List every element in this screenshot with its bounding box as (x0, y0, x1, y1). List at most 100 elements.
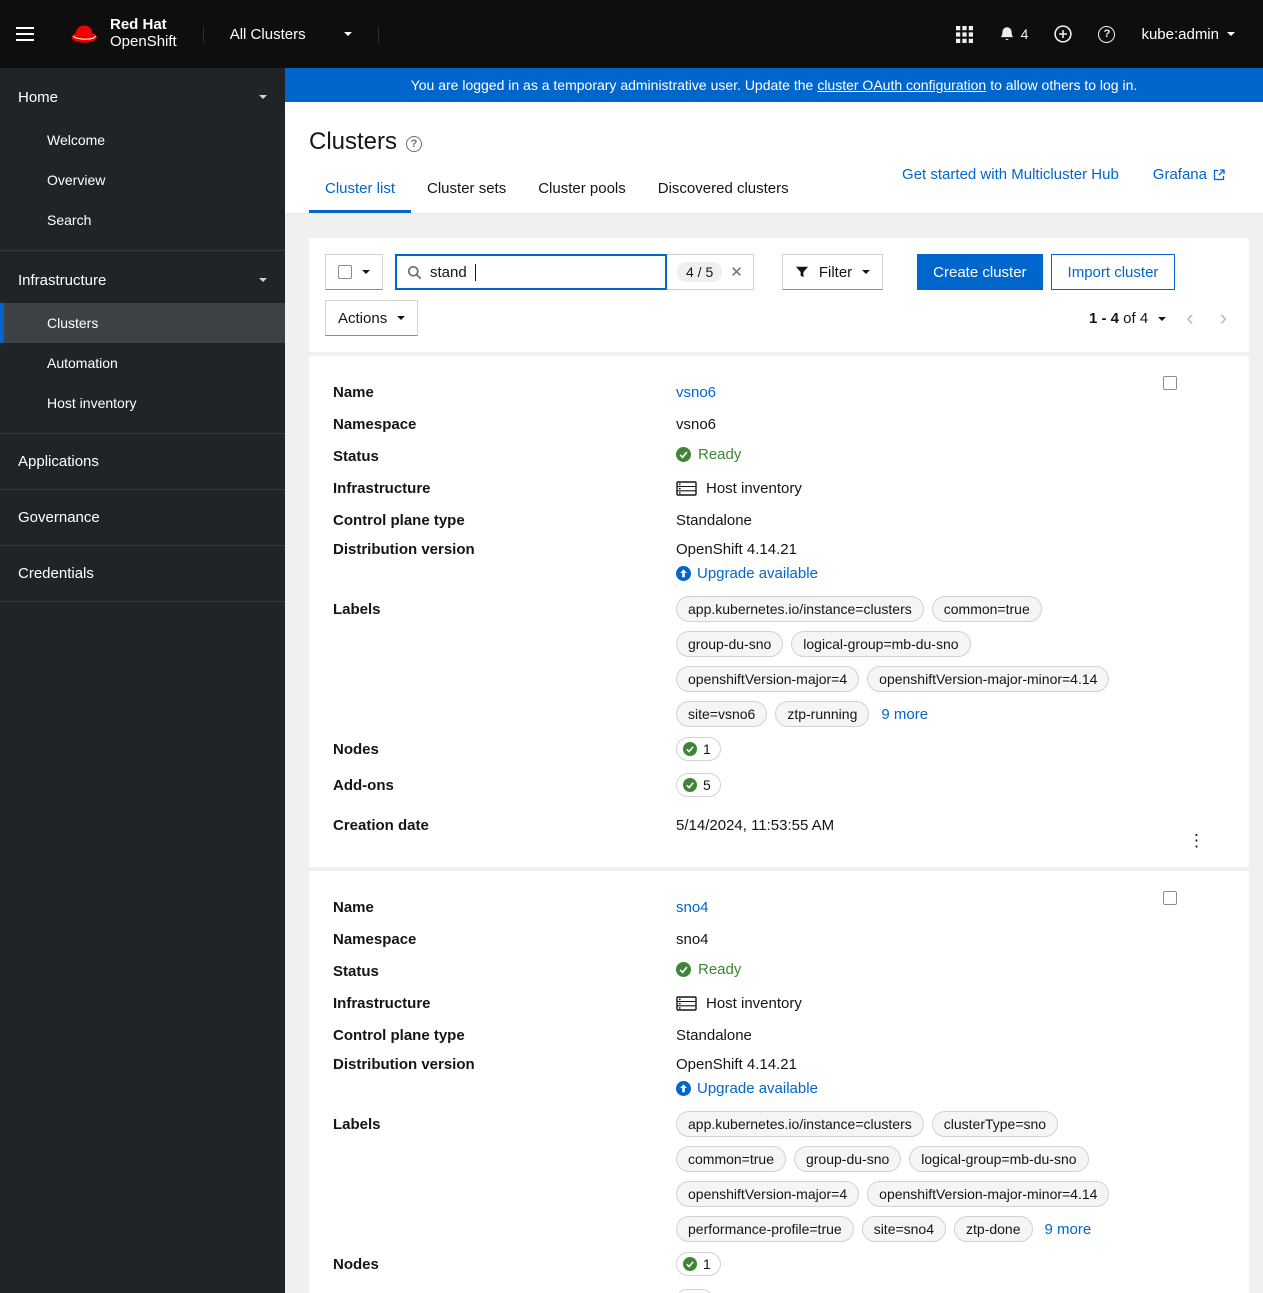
label-pill: app.kubernetes.io/instance=clusters (676, 1111, 924, 1137)
sidebar-item-clusters[interactable]: Clusters (0, 303, 285, 343)
notifications-button[interactable]: 4 (999, 26, 1028, 43)
tab-cluster-list[interactable]: Cluster list (309, 172, 412, 213)
check-circle-icon (676, 447, 691, 462)
add-button[interactable] (1054, 25, 1073, 43)
sidebar-item-search[interactable]: Search (0, 200, 285, 240)
label-pill: clusterType=sno (931, 1111, 1059, 1137)
pagination-menu-toggle[interactable]: 1 - 4 of 4 (1089, 310, 1167, 327)
tab-discovered-clusters[interactable]: Discovered clusters (642, 172, 805, 213)
label-pill: ztp-running (775, 701, 870, 727)
field-label-name: Name (333, 383, 374, 401)
banner-text-post: to allow others to log in. (990, 77, 1138, 93)
upgrade-available-link[interactable]: Upgrade available (676, 565, 818, 582)
create-cluster-button[interactable]: Create cluster (917, 254, 1043, 290)
external-link-icon (1213, 168, 1225, 180)
control-plane-value: Standalone (676, 1026, 752, 1044)
addons-count-chip[interactable]: 5 (676, 773, 721, 797)
infrastructure-value: Host inventory (706, 994, 802, 1012)
previous-page-button[interactable]: ‹ (1180, 307, 1199, 329)
toolbar: stand 4 / 5 ✕ Filter Create cluster Impo… (309, 238, 1249, 352)
label-pill: logical-group=mb-du-sno (909, 1146, 1089, 1172)
field-label-namespace: Namespace (333, 930, 417, 948)
label-pill: site=vsno6 (676, 701, 768, 727)
multicluster-hub-link[interactable]: Get started with Multicluster Hub (902, 166, 1119, 183)
field-label-namespace: Namespace (333, 415, 417, 433)
chevron-down-icon (259, 95, 267, 103)
sidebar-item-host-inventory[interactable]: Host inventory (0, 383, 285, 423)
field-label-distribution: Distribution version (333, 1056, 475, 1073)
chevron-down-icon (259, 278, 267, 286)
upgrade-arrow-icon (676, 1081, 691, 1096)
brand-line2: OpenShift (110, 33, 177, 50)
sidebar-nav: Home Welcome Overview Search Infrastruct… (0, 68, 285, 1293)
label-pill: performance-profile=true (676, 1216, 854, 1242)
page-help-icon[interactable]: ? (406, 136, 423, 152)
tab-cluster-sets[interactable]: Cluster sets (411, 172, 522, 213)
sidebar-item-applications[interactable]: Applications (0, 434, 285, 490)
sidebar-item-governance[interactable]: Governance (0, 490, 285, 546)
addons-count-chip[interactable] (676, 1289, 713, 1293)
cluster-status[interactable]: Ready (676, 446, 741, 463)
help-button[interactable]: ? (1098, 25, 1116, 43)
sidebar-group-infrastructure[interactable]: Infrastructure (0, 257, 285, 303)
actions-dropdown[interactable]: Actions (325, 300, 419, 336)
cluster-card: ⋮ Name vsno6 Namespace vsno6 Status Read… (309, 356, 1249, 867)
more-labels-link[interactable]: 9 more (881, 706, 928, 723)
infrastructure-value: Host inventory (706, 479, 802, 497)
search-value: stand (430, 263, 467, 281)
sidebar-item-automation[interactable]: Automation (0, 343, 285, 383)
user-menu-dropdown[interactable]: kube:admin (1141, 26, 1235, 43)
check-circle-icon (676, 962, 691, 977)
labels-list: app.kubernetes.io/instance=clusters clust… (676, 1107, 1146, 1246)
cluster-status[interactable]: Ready (676, 961, 741, 978)
filter-dropdown[interactable]: Filter (781, 254, 884, 290)
sidebar-item-welcome[interactable]: Welcome (0, 120, 285, 160)
cluster-select-checkbox[interactable] (1163, 891, 1177, 905)
cluster-name-link[interactable]: sno4 (676, 899, 709, 916)
label-pill: openshiftVersion-major-minor=4.14 (867, 1181, 1110, 1207)
banner-text-pre: You are logged in as a temporary adminis… (410, 77, 814, 93)
app-launcher-grid-icon (955, 25, 973, 43)
next-page-button[interactable]: › (1214, 307, 1233, 329)
cluster-name-link[interactable]: vsno6 (676, 384, 716, 401)
cluster-select-checkbox[interactable] (1163, 376, 1177, 390)
label-pill: logical-group=mb-du-sno (791, 631, 971, 657)
sidebar-group-home[interactable]: Home (0, 74, 285, 120)
upgrade-available-link[interactable]: Upgrade available (676, 1080, 818, 1097)
bulk-select-checkbox[interactable] (338, 265, 352, 279)
search-result: 4 / 5 ✕ (667, 254, 754, 290)
search-input[interactable]: stand (395, 254, 667, 290)
clear-search-button[interactable]: ✕ (730, 263, 743, 281)
import-cluster-button[interactable]: Import cluster (1050, 254, 1176, 290)
sidebar-item-overview[interactable]: Overview (0, 160, 285, 200)
check-circle-icon (683, 742, 697, 756)
field-label-status: Status (333, 447, 379, 465)
field-label-status: Status (333, 962, 379, 980)
cluster-selector-value: All Clusters (229, 25, 306, 43)
bulk-select-dropdown[interactable] (325, 254, 383, 290)
field-label-infrastructure: Infrastructure (333, 994, 431, 1012)
nav-toggle-button[interactable] (16, 20, 44, 48)
creation-date-value: 5/14/2024, 11:53:55 AM (676, 816, 835, 834)
search-result-count: 4 / 5 (677, 262, 723, 282)
search-icon (407, 265, 422, 279)
tab-cluster-pools[interactable]: Cluster pools (522, 172, 642, 213)
oauth-configuration-link[interactable]: cluster OAuth configuration (817, 77, 986, 93)
field-label-name: Name (333, 898, 374, 916)
grafana-link[interactable]: Grafana (1153, 166, 1225, 183)
chevron-down-icon (343, 32, 352, 40)
page-title: Clusters (309, 128, 398, 155)
kebab-menu-button[interactable]: ⋮ (1188, 831, 1205, 851)
brand-line1: Red Hat (110, 16, 167, 34)
pagination: 1 - 4 of 4 ‹ › (1089, 307, 1233, 329)
nodes-count-chip[interactable]: 1 (676, 1252, 721, 1276)
app-launcher-button[interactable] (955, 25, 973, 43)
sidebar-item-credentials[interactable]: Credentials (0, 546, 285, 602)
cluster-list: ⋮ Name vsno6 Namespace vsno6 Status Read… (309, 356, 1249, 1293)
sidebar-group-label: Home (18, 88, 59, 106)
label-pill: group-du-sno (676, 631, 784, 657)
cluster-selector-dropdown[interactable]: All Clusters (202, 25, 379, 43)
more-labels-link[interactable]: 9 more (1045, 1221, 1092, 1238)
nodes-count-chip[interactable]: 1 (676, 737, 721, 761)
host-inventory-icon (676, 480, 697, 496)
